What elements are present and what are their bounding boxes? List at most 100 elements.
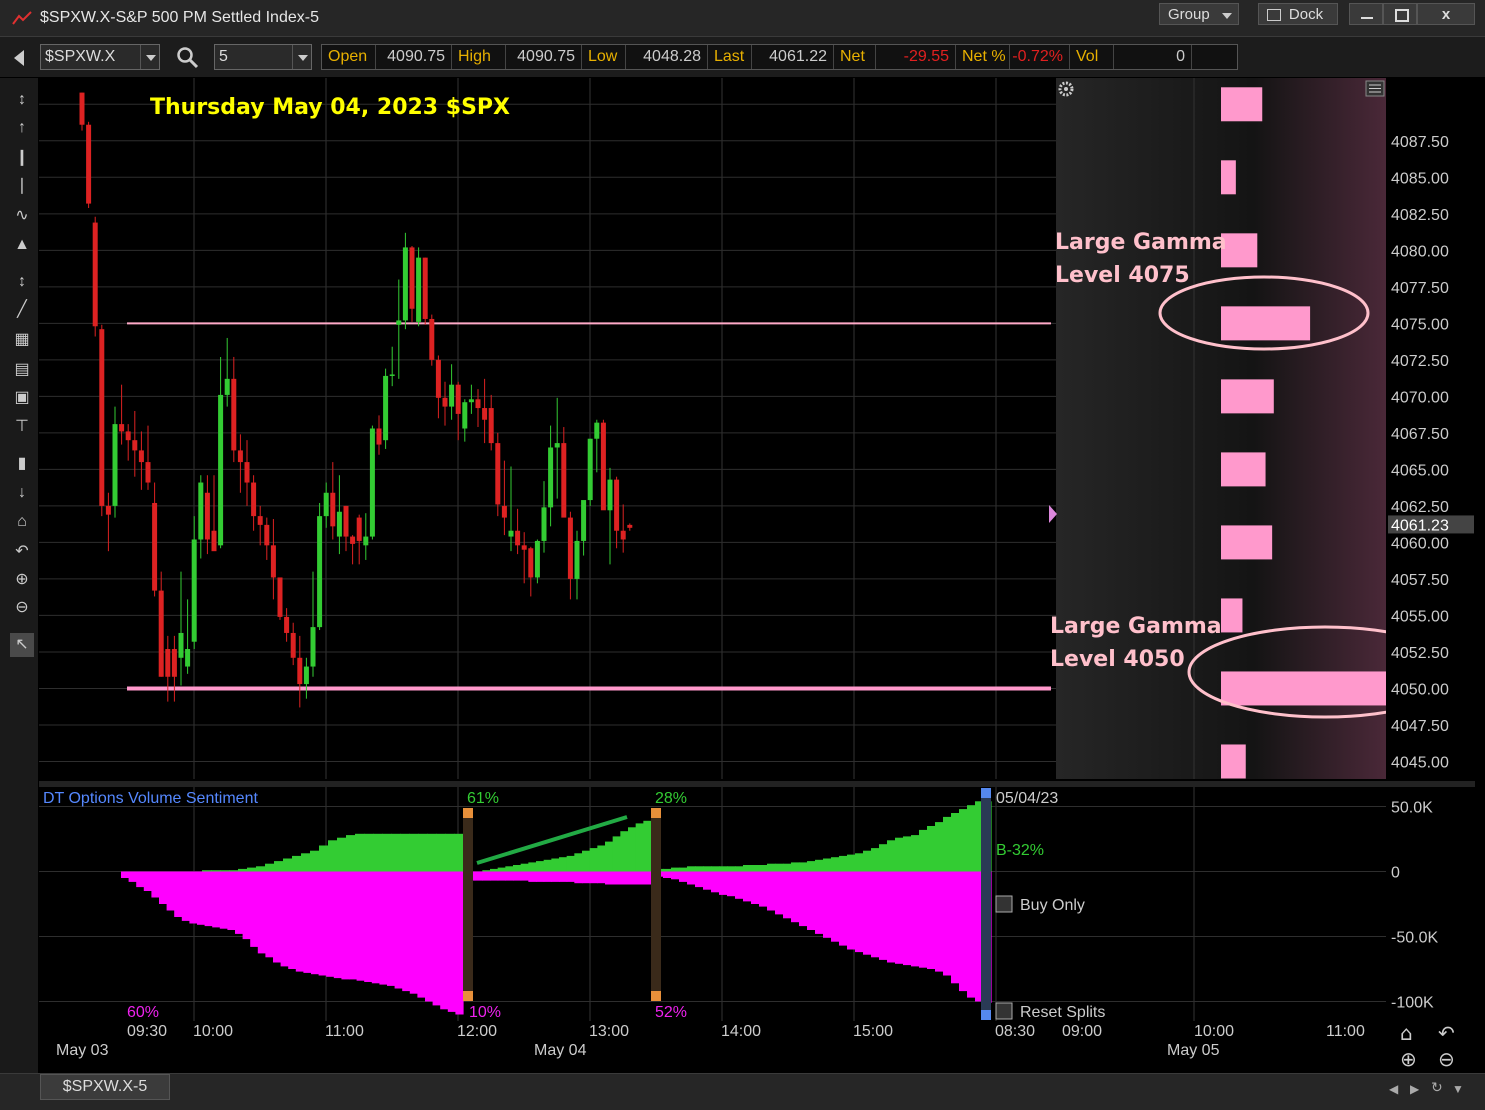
candle-body-56 <box>449 384 455 407</box>
split-marker-1[interactable] <box>651 812 661 994</box>
split-handle-bottom-1[interactable] <box>651 991 661 1001</box>
buy-only-checkbox[interactable] <box>995 895 1013 913</box>
menu-icon[interactable] <box>1365 80 1385 97</box>
sentiment-bar-s1-1-15 <box>582 871 591 884</box>
sentiment-bar-s0-2-11 <box>743 865 752 872</box>
sentiment-bar-s0-0-35 <box>436 833 446 872</box>
time-tick-label: 10:00 <box>193 1023 233 1040</box>
price-tick-label: 4070.00 <box>1391 389 1449 406</box>
sentiment-bar-s1-0-42 <box>440 871 449 1010</box>
sentiment-bar-s1-2-6 <box>703 871 712 890</box>
sentiment-bar-s0-0-31 <box>400 833 410 872</box>
sentiment-bar-s0-0-20 <box>301 853 311 872</box>
sentiment-bar-s1-2-32 <box>911 871 920 967</box>
sentiment-bar-s0-1-10 <box>543 859 552 872</box>
candle-body-48 <box>396 320 402 325</box>
candle-body-77 <box>587 438 593 501</box>
sentiment-bar-s1-1-11 <box>551 871 560 882</box>
chart-tab[interactable]: $SPXW.X-5 <box>40 1074 170 1100</box>
candle-body-76 <box>581 500 587 541</box>
refresh-icon[interactable]: ↻ <box>1431 1079 1443 1096</box>
sentiment-bar-s0-2-12 <box>751 865 760 872</box>
sentiment-bar-s0-2-10 <box>735 866 744 872</box>
sentiment-bar-s0-0-23 <box>328 840 338 872</box>
sentiment-bar-s1-1-6 <box>513 871 522 881</box>
split-handle-top-0[interactable] <box>463 808 473 818</box>
sentiment-bar-s0-0-28 <box>373 833 383 872</box>
sentiment-bar-s0-2-1 <box>663 868 672 872</box>
candle-body-9 <box>138 450 144 463</box>
session-handle-bottom[interactable] <box>981 1010 991 1020</box>
sentiment-bar-s0-2-21 <box>823 858 832 872</box>
session-handle-top[interactable] <box>981 788 991 798</box>
sentiment-bar-s1-2-20 <box>815 871 824 934</box>
sentiment-tick-label: 0 <box>1391 865 1400 882</box>
time-tick-label: 13:00 <box>589 1023 629 1040</box>
candle-body-54 <box>435 359 441 398</box>
sentiment-bar-s0-2-18 <box>799 862 808 872</box>
sentiment-bar-s1-2-26 <box>863 871 872 955</box>
price-tick-label: 4082.50 <box>1391 207 1449 224</box>
gamma-bar-7 <box>1221 598 1243 633</box>
sentiment-bar-s1-0-34 <box>379 871 388 985</box>
candle-body-37 <box>323 492 329 517</box>
sentiment-bar-s1-0-43 <box>447 871 456 1012</box>
sentiment-axis <box>1386 787 1475 1021</box>
gamma-bar-5 <box>1221 452 1266 487</box>
candle-body-69 <box>534 540 540 578</box>
sentiment-bar-s0-0-22 <box>319 845 329 872</box>
sentiment-bar-s1-2-15 <box>775 871 784 915</box>
zoom-in-icon[interactable]: ⊕ <box>1400 1047 1417 1071</box>
candle-body-59 <box>468 399 474 403</box>
buy-only-toggle[interactable]: Buy Only <box>995 895 1085 914</box>
time-tick-label: 10:00 <box>1194 1023 1234 1040</box>
session-marker[interactable] <box>981 788 991 1020</box>
price-tick-label: 4075.00 <box>1391 316 1449 333</box>
scroll-left-icon[interactable]: ◀ <box>1389 1082 1398 1096</box>
price-tick-label: 4065.00 <box>1391 462 1449 479</box>
sentiment-bar-s0-1-15 <box>582 850 591 872</box>
sentiment-bar-s0-0-15 <box>256 866 266 872</box>
candle-body-74 <box>567 517 573 579</box>
sentiment-bar-s0-2-32 <box>911 835 920 872</box>
sentiment-bar-s0-2-15 <box>775 863 784 872</box>
candle-body-71 <box>548 447 554 508</box>
split-marker-0[interactable] <box>463 812 473 994</box>
sentiment-bar-s1-2-17 <box>791 871 800 923</box>
reset-splits-button[interactable]: Reset Splits <box>995 1002 1105 1021</box>
price-tick-label: 4072.50 <box>1391 353 1449 370</box>
sentiment-bar-s0-1-3 <box>490 868 499 872</box>
split-handle-bottom-0[interactable] <box>463 991 473 1001</box>
sentiment-bar-s1-0-31 <box>356 871 365 981</box>
candle-body-52 <box>422 257 428 319</box>
candle-body-27 <box>257 516 263 525</box>
sentiment-bar-s0-2-39 <box>967 805 976 872</box>
candle-body-21 <box>218 394 224 546</box>
split-handle-top-1[interactable] <box>651 808 661 818</box>
sentiment-bar-s1-2-14 <box>767 871 776 911</box>
chart-area: DT Options Volume Sentiment 05/04/23 B-32%… <box>39 78 1475 1073</box>
price-tick-label: 4077.50 <box>1391 280 1449 297</box>
zoom-out-icon[interactable]: ⊖ <box>1438 1047 1455 1071</box>
candle-body-20 <box>211 530 217 552</box>
sentiment-bar-s0-2-16 <box>783 863 792 872</box>
sentiment-bar-s0-1-17 <box>597 845 606 872</box>
undo-icon[interactable]: ↶ <box>1438 1021 1455 1045</box>
candle-body-72 <box>554 443 560 448</box>
sentiment-bar-s1-0-40 <box>425 871 434 1002</box>
sentiment-bar-s0-2-23 <box>839 855 848 872</box>
chevron-down-icon[interactable]: ▼ <box>1452 1082 1464 1096</box>
sentiment-bar-s0-0-21 <box>310 850 320 872</box>
price-tick-label: 4062.50 <box>1391 499 1449 516</box>
candle-body-42 <box>356 517 362 541</box>
sentiment-bar-s0-0-32 <box>409 833 419 872</box>
sentiment-bar-s0-2-31 <box>903 836 912 872</box>
candle-body-1 <box>86 124 92 204</box>
home-icon[interactable]: ⌂ <box>1400 1021 1413 1045</box>
sentiment-bar-s1-1-10 <box>543 871 552 882</box>
panel-splitter[interactable] <box>39 781 1475 787</box>
scroll-right-icon[interactable]: ▶ <box>1410 1082 1419 1096</box>
candle-body-79 <box>600 422 606 511</box>
candle-body-46 <box>383 375 389 441</box>
gamma-lower-line1: Large Gamma <box>1050 614 1222 639</box>
